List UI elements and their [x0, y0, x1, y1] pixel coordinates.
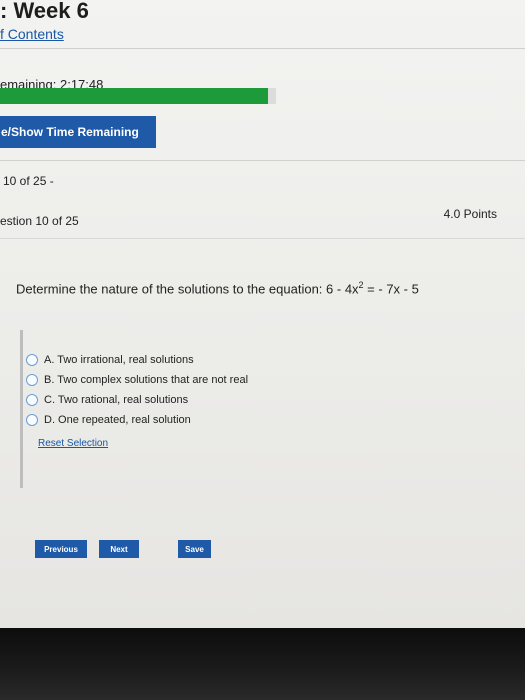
question-counter: 10 of 25 - [3, 174, 54, 188]
monitor-bezel [0, 628, 525, 700]
next-button[interactable]: Next [99, 540, 139, 558]
question-text-tail: = - 7x - 5 [363, 281, 419, 297]
page-title: : Week 6 [0, 0, 89, 23]
reset-selection-link[interactable]: Reset Selection [38, 438, 108, 449]
question-text-main: Determine the nature of the solutions to… [16, 281, 359, 297]
time-progress-fill [0, 88, 268, 104]
answer-section-bar [20, 330, 23, 488]
question-text: Determine the nature of the solutions to… [16, 280, 419, 296]
choice-a-label: A. Two irrational, real solutions [44, 354, 194, 366]
previous-button[interactable]: Previous [35, 540, 87, 558]
choice-a[interactable]: A. Two irrational, real solutions [26, 350, 248, 370]
table-of-contents-link[interactable]: f Contents [0, 26, 64, 42]
choice-d-label: D. One repeated, real solution [44, 414, 191, 426]
toggle-time-remaining-button[interactable]: e/Show Time Remaining [0, 116, 156, 148]
divider [0, 48, 525, 49]
choice-c-label: C. Two rational, real solutions [44, 394, 189, 406]
divider [0, 238, 525, 239]
question-points: 4.0 Points [443, 207, 497, 221]
choice-d-radio[interactable] [26, 414, 38, 426]
choice-b-radio[interactable] [26, 374, 38, 386]
divider [0, 160, 525, 161]
choice-b-label: B. Two complex solutions that are not re… [44, 374, 249, 386]
quiz-screen: : Week 6 f Contents emaining: 2:17:48 e/… [0, 0, 525, 628]
choice-b[interactable]: B. Two complex solutions that are not re… [26, 370, 248, 390]
question-heading: estion 10 of 25 [0, 214, 79, 228]
save-button[interactable]: Save [178, 540, 211, 558]
choice-a-radio[interactable] [26, 354, 38, 366]
choice-c-radio[interactable] [26, 394, 38, 406]
choice-c[interactable]: C. Two rational, real solutions [26, 390, 248, 410]
choice-d[interactable]: D. One repeated, real solution [26, 410, 248, 430]
time-progress-bar [0, 88, 276, 104]
answer-choices: A. Two irrational, real solutions B. Two… [26, 350, 248, 430]
